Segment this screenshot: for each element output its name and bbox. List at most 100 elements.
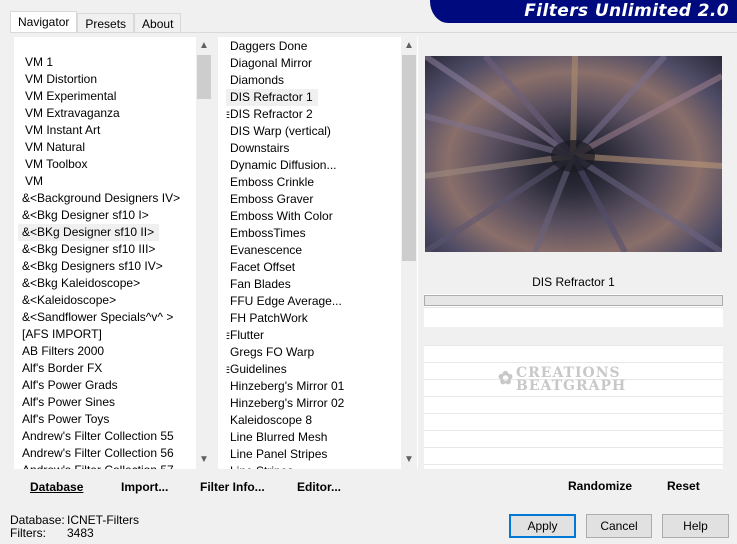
editor-button[interactable]: Editor... [297, 480, 341, 494]
category-item[interactable]: Alf's Power Toys [18, 411, 194, 428]
database-button[interactable]: Database [30, 480, 83, 494]
filter-item-label: DIS Refractor 1 [230, 90, 313, 104]
category-item[interactable]: VM Natural [18, 139, 194, 156]
category-item[interactable]: VM 1 [18, 54, 194, 71]
filter-item[interactable]: Facet Offset [226, 259, 400, 276]
apply-button[interactable]: Apply [509, 514, 576, 538]
category-item[interactable]: VM Experimental [18, 88, 194, 105]
filter-item[interactable]: Fan Blades [226, 276, 400, 293]
category-item[interactable]: &<Bkg Designers sf10 IV> [18, 258, 194, 275]
category-item[interactable]: &<Bkg Designer sf10 I> [18, 207, 194, 224]
filter-item[interactable]: DIS Refractor 1 [226, 89, 318, 106]
scroll-up-icon[interactable]: ▲ [196, 37, 212, 53]
filter-item[interactable]: ☷DIS Refractor 2 [226, 106, 400, 123]
category-item[interactable]: &<Bkg Designer sf10 III> [18, 241, 194, 258]
filter-info-button[interactable]: Filter Info... [200, 480, 265, 494]
row-divider [424, 413, 723, 414]
category-item[interactable]: VM Extravaganza [18, 105, 194, 122]
scroll-down-icon[interactable]: ▼ [401, 451, 417, 467]
filter-item[interactable]: Dynamic Diffusion... [226, 157, 400, 174]
category-item[interactable]: VM [18, 173, 194, 190]
status-database-label: Database: [10, 513, 65, 527]
scroll-thumb[interactable] [402, 55, 416, 261]
filter-item-label: Guidelines [230, 362, 287, 376]
import-button[interactable]: Import... [121, 480, 168, 494]
category-item[interactable]: &<Background Designers IV> [18, 190, 194, 207]
filter-item[interactable]: FFU Edge Average... [226, 293, 400, 310]
category-scrollbar[interactable]: ▲ ▼ [196, 37, 212, 469]
row-divider [424, 396, 723, 397]
title-banner: Filters Unlimited 2.0 [430, 0, 737, 23]
preview-image [425, 56, 722, 252]
filter-item[interactable]: Gregs FO Warp [226, 344, 400, 361]
filter-item-label: Fan Blades [230, 277, 291, 291]
filter-item[interactable]: Kaleidoscope 8 [226, 412, 400, 429]
filter-item-label: Evanescence [230, 243, 303, 257]
filter-item-label: Line Panel Stripes [230, 447, 328, 461]
filter-list[interactable]: Daggers Done Diagonal Mirror Diamonds DIS R… [226, 38, 400, 469]
category-item[interactable]: Alf's Power Sines [18, 394, 194, 411]
category-item[interactable]: Andrew's Filter Collection 55 [18, 428, 194, 445]
filter-item[interactable]: Hinzeberg's Mirror 02 [226, 395, 400, 412]
category-panel: VM 1 VM Distortion VM Experimental VM Extra… [14, 37, 212, 469]
filter-item[interactable]: ☷Guidelines [226, 361, 400, 378]
category-item[interactable]: &<Kaleidoscope> [18, 292, 194, 309]
filter-item[interactable]: Line Stripes [226, 463, 400, 469]
tab-presets[interactable]: Presets [77, 13, 135, 33]
filter-item[interactable]: DIS Warp (vertical) [226, 123, 400, 140]
filter-item[interactable]: FH PatchWork [226, 310, 400, 327]
filter-panel: Daggers Done Diagonal Mirror Diamonds DIS R… [218, 37, 418, 469]
filter-item[interactable]: Downstairs [226, 140, 400, 157]
filter-item[interactable]: Emboss Crinkle [226, 174, 400, 191]
filter-item[interactable]: ☷Flutter [226, 327, 400, 344]
filter-item[interactable]: Emboss With Color [226, 208, 400, 225]
filter-item-label: Emboss Crinkle [230, 175, 315, 189]
tab-navigator[interactable]: Navigator [10, 11, 78, 33]
filter-scrollbar[interactable]: ▲ ▼ [401, 37, 417, 469]
filter-item[interactable]: Daggers Done [226, 38, 400, 55]
filter-item[interactable]: Evanescence [226, 242, 400, 259]
row-divider [424, 447, 723, 448]
category-item[interactable]: &<Sandflower Specials^v^ > [18, 309, 194, 326]
category-item[interactable]: &<Bkg Kaleidoscope> [18, 275, 194, 292]
filter-item-label: Dynamic Diffusion... [230, 158, 337, 172]
category-item[interactable]: VM Distortion [18, 71, 194, 88]
filter-item-label: Emboss With Color [230, 209, 333, 223]
filter-item-label: Diagonal Mirror [230, 56, 313, 70]
reset-button[interactable]: Reset [667, 479, 700, 493]
category-item[interactable]: Andrew's Filter Collection 56 [18, 445, 194, 462]
scroll-thumb[interactable] [197, 55, 211, 99]
filter-item[interactable]: Hinzeberg's Mirror 01 [226, 378, 400, 395]
row-divider [424, 362, 723, 363]
cancel-button[interactable]: Cancel [586, 514, 652, 538]
category-item[interactable]: AB Filters 2000 [18, 343, 194, 360]
category-item[interactable]: Alf's Border FX [18, 360, 194, 377]
tab-about[interactable]: About [134, 13, 182, 33]
filter-item-label: Kaleidoscope 8 [230, 413, 313, 427]
filter-item[interactable]: EmbossTimes [226, 225, 400, 242]
category-item[interactable]: [AFS IMPORT] [18, 326, 194, 343]
filter-item[interactable]: Diamonds [226, 72, 400, 89]
filter-item-label: Line Stripes [230, 464, 293, 469]
category-item[interactable]: VM Instant Art [18, 122, 194, 139]
scroll-down-icon[interactable]: ▼ [196, 451, 212, 467]
category-item[interactable]: &<BKg Designer sf10 II> [18, 224, 160, 241]
category-list[interactable]: VM 1 VM Distortion VM Experimental VM Extra… [18, 54, 194, 469]
category-item[interactable]: Andrew's Filter Collection 57 [18, 462, 194, 469]
parameters-panel: DIS Refractor 1 ✿ CREATIONS BEATGRAPH [424, 271, 723, 469]
filter-item[interactable]: Emboss Graver [226, 191, 400, 208]
filter-item[interactable]: Line Blurred Mesh [226, 429, 400, 446]
help-button[interactable]: Help [662, 514, 729, 538]
tab-divider [10, 32, 737, 33]
preview-rays [425, 56, 722, 252]
status-database: Database: ICNET-Filters [10, 513, 139, 527]
category-item[interactable]: Alf's Power Grads [18, 377, 194, 394]
filter-item-label: Diamonds [230, 73, 285, 87]
randomize-button[interactable]: Randomize [568, 479, 632, 493]
watermark-logo: ✿ CREATIONS BEATGRAPH [498, 366, 626, 393]
filter-item[interactable]: Diagonal Mirror [226, 55, 400, 72]
category-item[interactable]: VM Toolbox [18, 156, 194, 173]
filter-item[interactable]: Line Panel Stripes [226, 446, 400, 463]
row-divider [424, 327, 723, 345]
scroll-up-icon[interactable]: ▲ [401, 37, 417, 53]
